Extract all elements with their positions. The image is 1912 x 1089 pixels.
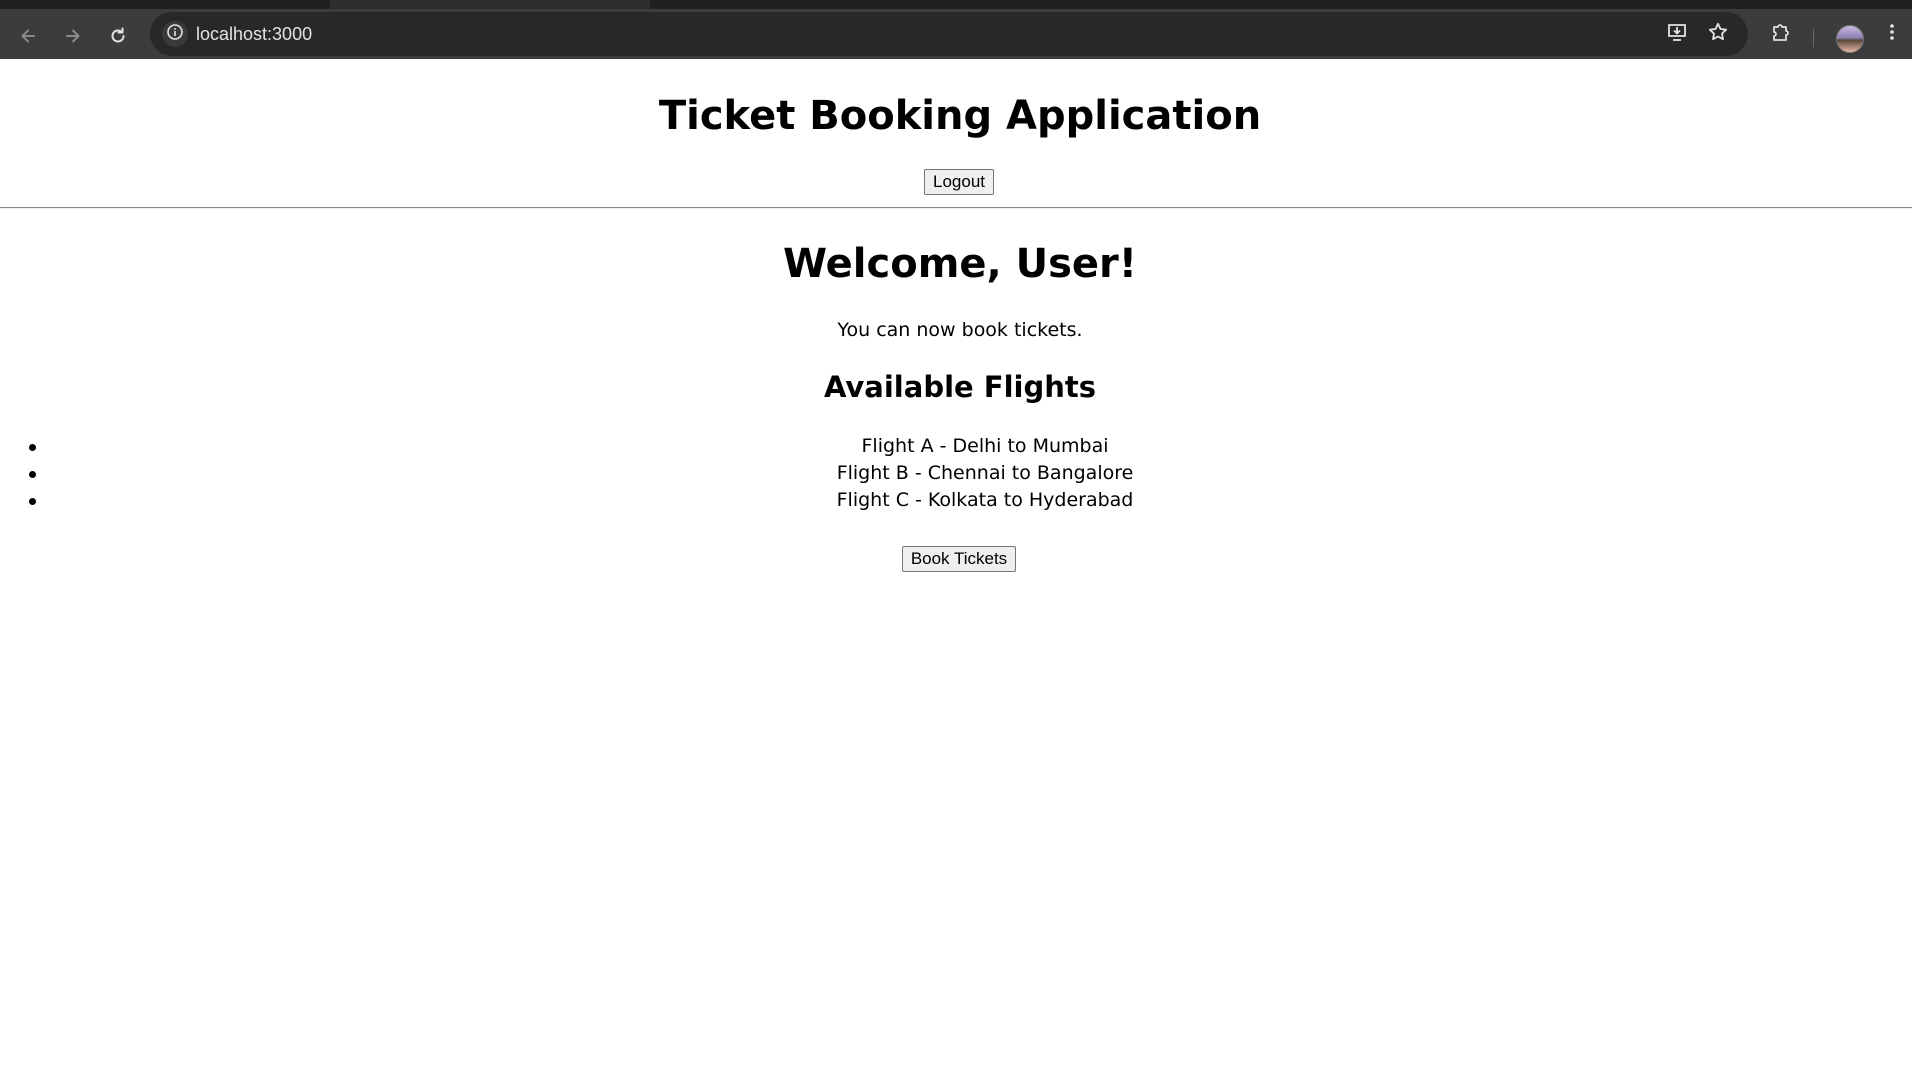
bullet (29, 498, 36, 505)
address-bar[interactable]: localhost:3000 (150, 12, 1748, 56)
book-tickets-button[interactable]: Book Tickets (902, 546, 1016, 572)
active-tab[interactable] (330, 0, 650, 9)
reload-button[interactable] (100, 18, 136, 54)
flight-list-item: Flight B - Chennai to Bangalore (0, 460, 1912, 487)
flight-label: Flight B - Chennai to Bangalore (836, 462, 1134, 484)
bullet (29, 444, 36, 451)
tab-strip (0, 0, 1912, 9)
site-info-button[interactable] (162, 21, 188, 47)
flight-label: Flight A - Delhi to Mumbai (861, 435, 1109, 457)
welcome-subtext: You can now book tickets. (837, 319, 1083, 341)
arrow-left-icon (18, 26, 38, 46)
forward-button[interactable] (55, 18, 91, 54)
browser-chrome: localhost:3000 (0, 0, 1912, 59)
welcome-heading: Welcome, User! (782, 241, 1138, 287)
flight-list: Flight A - Delhi to Mumbai Flight B - Ch… (0, 433, 1912, 514)
bookmark-button[interactable] (1705, 21, 1731, 47)
arrow-right-icon (63, 26, 83, 46)
toolbar-divider (1813, 29, 1814, 47)
puzzle-icon (1770, 21, 1792, 47)
extensions-button[interactable] (1765, 18, 1797, 50)
install-app-button[interactable] (1664, 21, 1690, 47)
url-text[interactable]: localhost:3000 (196, 12, 312, 56)
back-button[interactable] (10, 18, 46, 54)
page-content: Ticket Booking Application Logout Welcom… (0, 59, 1912, 1089)
header-divider (0, 207, 1912, 209)
logout-button[interactable]: Logout (924, 169, 994, 195)
app-title: Ticket Booking Application (658, 93, 1262, 139)
flight-list-item: Flight C - Kolkata to Hyderabad (0, 487, 1912, 514)
reload-icon (108, 26, 128, 46)
flights-heading: Available Flights (823, 370, 1097, 404)
bullet (29, 471, 36, 478)
info-icon (166, 23, 184, 45)
install-app-icon (1666, 21, 1688, 47)
flight-label: Flight C - Kolkata to Hyderabad (836, 489, 1134, 511)
flight-list-item: Flight A - Delhi to Mumbai (0, 433, 1912, 460)
browser-menu-button[interactable] (1876, 18, 1908, 50)
kebab-menu-icon (1882, 22, 1902, 46)
star-icon (1707, 21, 1729, 47)
browser-toolbar: localhost:3000 (0, 9, 1912, 59)
avatar[interactable] (1836, 25, 1864, 53)
